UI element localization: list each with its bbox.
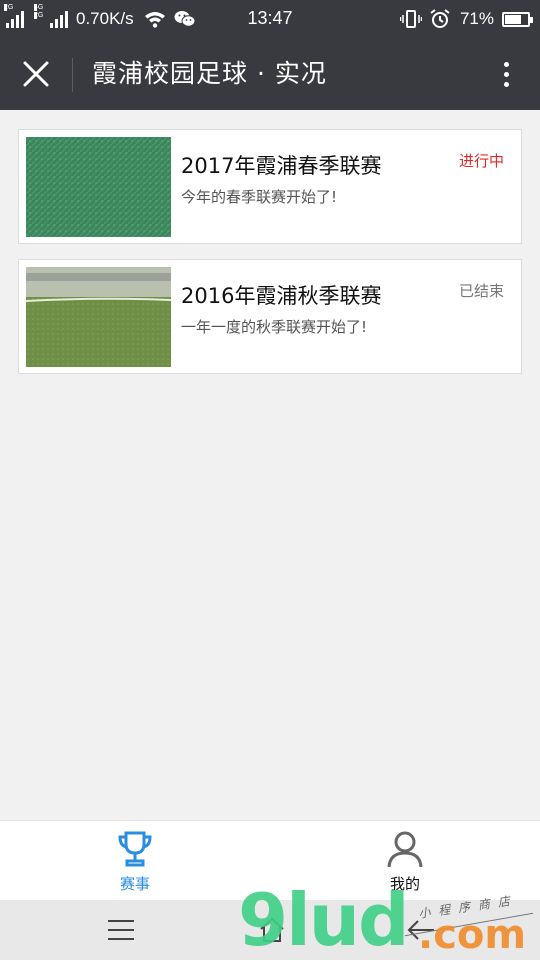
match-description: 一年一度的秋季联赛开始了! (181, 318, 368, 336)
watermark-domain: .com (418, 912, 527, 958)
battery-icon (502, 11, 533, 27)
battery-percent: 71% (459, 9, 494, 28)
battery-level (505, 14, 521, 24)
close-button[interactable] (16, 56, 56, 92)
match-title: 2016年霞浦秋季联赛 (181, 284, 382, 308)
match-description: 今年的春季联赛开始了! (181, 188, 338, 206)
match-card[interactable]: 2017年霞浦春季联赛 今年的春季联赛开始了! 进行中 (18, 129, 522, 244)
title-divider (72, 58, 73, 92)
match-list: 2017年霞浦春季联赛 今年的春季联赛开始了! 进行中 2016年霞浦秋季联赛 … (18, 129, 522, 389)
match-thumbnail (26, 137, 171, 237)
watermark-logo: 9lud (238, 878, 410, 960)
more-dot-icon (503, 61, 509, 67)
alarm-icon (430, 9, 450, 28)
close-icon (23, 61, 49, 87)
match-status-badge: 进行中 (458, 152, 504, 170)
title-bar: 霞浦校园足球 · 实况 (0, 38, 540, 110)
user-icon (387, 831, 423, 868)
match-thumbnail (26, 267, 171, 367)
more-dot-icon (503, 71, 509, 77)
tab-matches[interactable]: 赛事 (0, 821, 270, 901)
menu-icon[interactable] (108, 920, 134, 940)
status-right: 71% (399, 8, 533, 30)
trophy-icon (118, 831, 152, 867)
more-dot-icon (503, 81, 509, 87)
more-menu-button[interactable] (492, 56, 520, 92)
status-bar: 2G 4G 2G 0.70K/s 13:47 71% (0, 0, 540, 38)
match-title: 2017年霞浦春季联赛 (181, 154, 382, 178)
page-title: 霞浦校园足球 · 实况 (92, 59, 327, 88)
vibrate-icon (399, 10, 422, 28)
match-card[interactable]: 2016年霞浦秋季联赛 一年一度的秋季联赛开始了! 已结束 (18, 259, 522, 374)
tab-matches-label: 赛事 (119, 875, 150, 893)
match-status-badge: 已结束 (458, 282, 504, 300)
